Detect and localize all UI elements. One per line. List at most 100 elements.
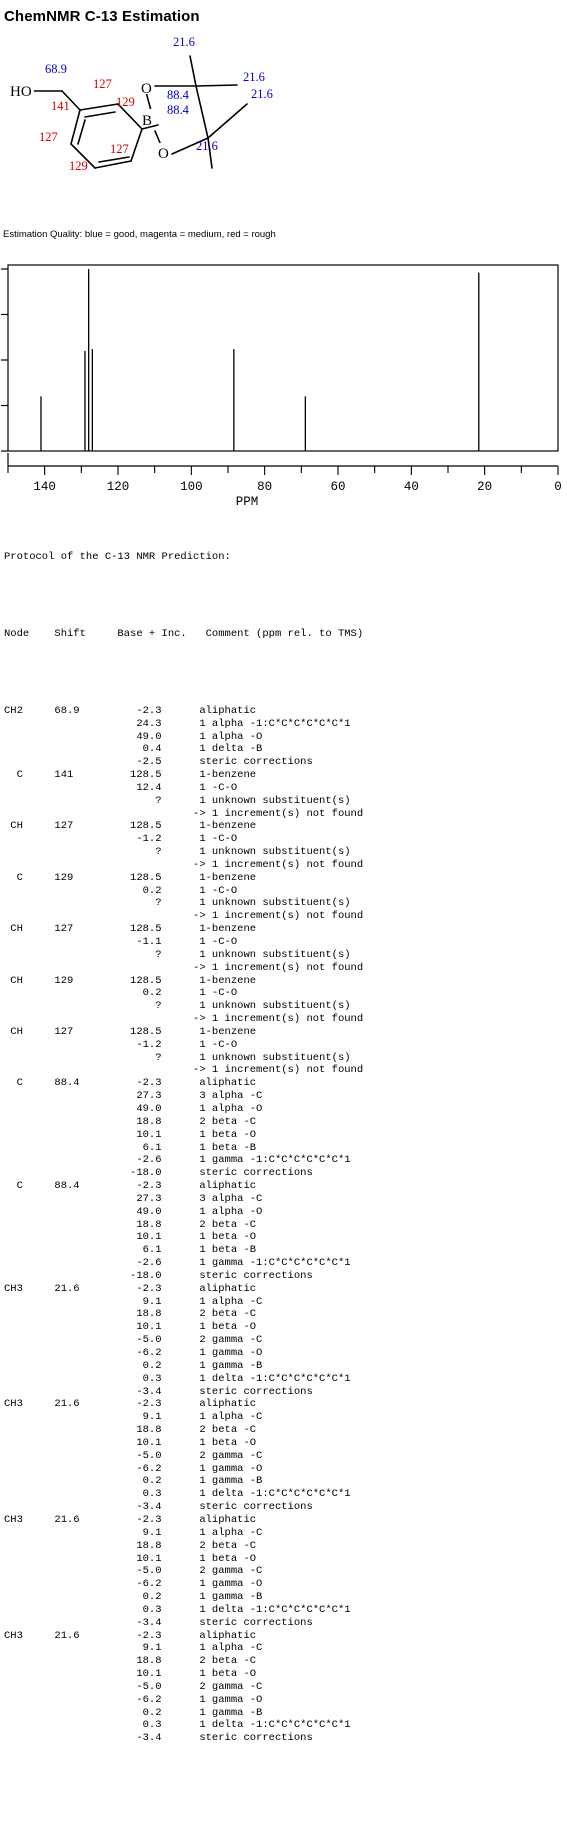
- protocol-line: -18.0 steric corrections: [4, 1269, 313, 1282]
- x-axis-title: PPM: [236, 495, 259, 509]
- protocol-spacer-2: [4, 666, 567, 679]
- x-tick-label: 40: [404, 480, 419, 494]
- protocol-line: -> 1 increment(s) not found: [4, 858, 364, 871]
- bond-methyl-2: [195, 84, 238, 87]
- shift-label-21-6-d: 21.6: [196, 139, 218, 153]
- protocol-line: -2.5 steric corrections: [4, 756, 313, 769]
- protocol-line: C 88.4 -2.3 aliphatic: [4, 1180, 257, 1193]
- shift-label-88-4-b: 88.4: [167, 103, 190, 117]
- protocol-line: ? 1 unknown substituent(s): [4, 948, 351, 961]
- ring-bond-3: [130, 128, 143, 162]
- protocol-line: 0.2 1 -C-O: [4, 987, 238, 1000]
- protocol-line: CH3 21.6 -2.3 aliphatic: [4, 1629, 257, 1642]
- ring-double-2: [98, 156, 130, 163]
- protocol-line: -3.4 steric corrections: [4, 1385, 313, 1398]
- prediction-protocol: Protocol of the C-13 NMR Prediction: Nod…: [0, 525, 567, 1758]
- protocol-line: 9.1 1 alpha -C: [4, 1642, 263, 1655]
- protocol-line: 24.3 1 alpha -1:C*C*C*C*C*C*1: [4, 717, 351, 730]
- protocol-line: -1.1 1 -C-O: [4, 936, 238, 948]
- protocol-line: -> 1 increment(s) not found: [4, 1064, 364, 1077]
- protocol-line: CH2 68.9 -2.3 aliphatic: [4, 704, 257, 717]
- molecule-structure-diagram: HO B O O 68.9 141 127 129 127 129 127 21…: [0, 28, 567, 223]
- protocol-line: 6.1 1 beta -B: [4, 1141, 257, 1154]
- ring-double-1: [84, 111, 116, 118]
- protocol-line: 10.1 1 beta -O: [4, 1231, 257, 1244]
- bond-methyl-3: [207, 103, 248, 139]
- protocol-line: 0.3 1 delta -1:C*C*C*C*C*C*1: [4, 1488, 351, 1501]
- protocol-line: -5.0 2 gamma -C: [4, 1680, 263, 1693]
- protocol-line: 0.4 1 delta -B: [4, 743, 263, 756]
- estimation-quality-legend: Estimation Quality: blue = good, magenta…: [3, 229, 276, 240]
- protocol-heading: Protocol of the C-13 NMR Prediction:: [4, 550, 231, 563]
- protocol-line: 10.1 1 beta -O: [4, 1668, 257, 1681]
- atom-label-boron: B: [142, 113, 152, 129]
- y-axis-ticks: [1, 268, 8, 452]
- protocol-line: 10.1 1 beta -O: [4, 1436, 257, 1449]
- protocol-line: 18.8 2 beta -C: [4, 1218, 257, 1231]
- protocol-line: ? 1 unknown substituent(s): [4, 846, 351, 859]
- x-tick-label: 120: [107, 480, 130, 494]
- protocol-line: -6.2 1 gamma -O: [4, 1578, 263, 1591]
- atom-label-oxygen-top: O: [141, 81, 152, 97]
- x-axis-tick-labels: 140 120 100 80 60 40 20 0: [33, 480, 561, 494]
- protocol-line: 10.1 1 beta -O: [4, 1552, 257, 1565]
- protocol-line: 18.8 2 beta -C: [4, 1308, 257, 1321]
- protocol-line: 9.1 1 alpha -C: [4, 1411, 263, 1424]
- protocol-line: -3.4 steric corrections: [4, 1501, 313, 1514]
- protocol-line: 0.3 1 delta -1:C*C*C*C*C*C*1: [4, 1603, 351, 1616]
- protocol-line: -18.0 steric corrections: [4, 1167, 313, 1180]
- protocol-line: 49.0 1 alpha -O: [4, 730, 263, 743]
- x-tick-label: 60: [330, 480, 345, 494]
- ring-bond-1: [79, 103, 119, 111]
- protocol-line: ? 1 unknown substituent(s): [4, 897, 351, 910]
- shift-label-88-4-a: 88.4: [167, 88, 190, 102]
- shift-label-127-c: 127: [110, 142, 129, 156]
- protocol-line: 18.8 2 beta -C: [4, 1539, 257, 1552]
- shift-label-68-9: 68.9: [45, 62, 67, 76]
- ring-bond-6: [70, 109, 81, 145]
- shift-label-21-6-c: 21.6: [251, 87, 273, 101]
- protocol-line: 9.1 1 alpha -C: [4, 1526, 263, 1539]
- shift-label-21-6-b: 21.6: [243, 70, 265, 84]
- protocol-line: 10.1 1 beta -O: [4, 1128, 257, 1141]
- protocol-line: CH3 21.6 -2.3 aliphatic: [4, 1513, 257, 1526]
- protocol-line: -1.2 1 -C-O: [4, 833, 238, 846]
- protocol-line: -5.0 2 gamma -C: [4, 1565, 263, 1578]
- protocol-line: 0.3 1 delta -1:C*C*C*C*C*C*1: [4, 1372, 351, 1385]
- protocol-line: CH3 21.6 -2.3 aliphatic: [4, 1398, 257, 1411]
- protocol-line: 49.0 1 alpha -O: [4, 1205, 263, 1218]
- protocol-line: ? 1 unknown substituent(s): [4, 1000, 351, 1013]
- protocol-line: CH 127 128.5 1-benzene: [4, 1025, 257, 1038]
- protocol-line: -6.2 1 gamma -O: [4, 1347, 263, 1359]
- protocol-line: 12.4 1 -C-O: [4, 781, 238, 794]
- protocol-line: -3.4 steric corrections: [4, 1732, 313, 1745]
- protocol-line: -2.6 1 gamma -1:C*C*C*C*C*C*1: [4, 1154, 351, 1167]
- protocol-line: 0.2 1 -C-O: [4, 884, 238, 897]
- protocol-line: -6.2 1 gamma -O: [4, 1462, 263, 1475]
- protocol-line: 0.2 1 gamma -B: [4, 1706, 263, 1719]
- protocol-line: 49.0 1 alpha -O: [4, 1102, 263, 1115]
- protocol-line: C 141 128.5 1-benzene: [4, 769, 257, 782]
- protocol-line: -> 1 increment(s) not found: [4, 961, 364, 974]
- protocol-line: -> 1 increment(s) not found: [4, 1013, 364, 1026]
- protocol-line: 27.3 3 alpha -C: [4, 1090, 263, 1103]
- plot-frame: [7, 264, 559, 452]
- structure-svg: HO B O O 68.9 141 127 129 127 129 127 21…: [8, 35, 273, 173]
- protocol-line: CH 127 128.5 1-benzene: [4, 820, 257, 833]
- protocol-line: -1.2 1 -C-O: [4, 1038, 238, 1051]
- protocol-line: 0.2 1 gamma -B: [4, 1359, 263, 1372]
- page-title: ChemNMR C-13 Estimation: [4, 8, 200, 25]
- protocol-line: CH3 21.6 -2.3 aliphatic: [4, 1282, 257, 1295]
- protocol-line: C 129 128.5 1-benzene: [4, 871, 257, 884]
- protocol-line: 18.8 2 beta -C: [4, 1115, 257, 1128]
- shift-label-127-a: 127: [93, 77, 112, 91]
- protocol-line: 0.2 1 gamma -B: [4, 1475, 263, 1488]
- protocol-line: 18.8 2 beta -C: [4, 1655, 257, 1668]
- protocol-line: 6.1 1 beta -B: [4, 1244, 257, 1257]
- protocol-line: 27.3 3 alpha -C: [4, 1192, 263, 1205]
- protocol-line: 18.8 2 beta -C: [4, 1424, 257, 1437]
- shift-label-21-6-a: 21.6: [173, 35, 195, 49]
- shift-label-129-a: 129: [116, 95, 135, 109]
- protocol-line: 10.1 1 beta -O: [4, 1321, 257, 1334]
- shift-label-129-b: 129: [69, 159, 88, 173]
